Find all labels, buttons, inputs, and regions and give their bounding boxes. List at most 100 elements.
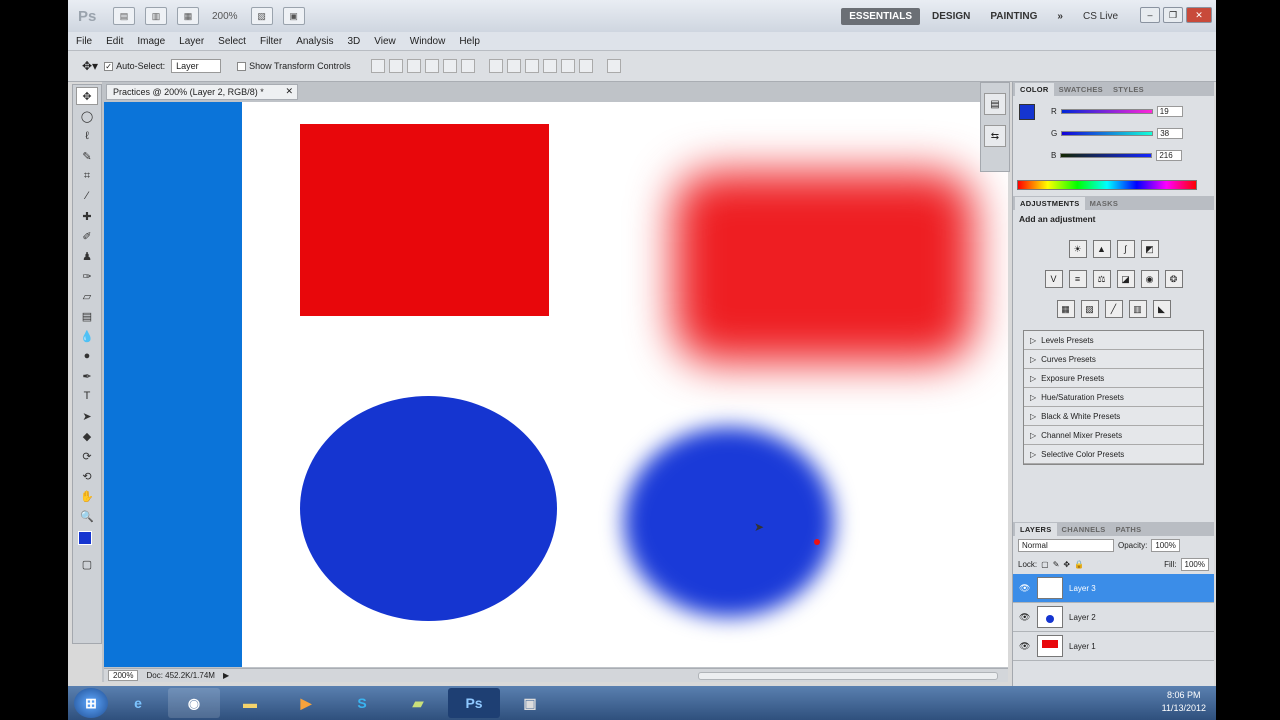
preset-item[interactable]: ▷ Black & White Presets — [1024, 407, 1203, 426]
pen-tool-icon[interactable]: ✒ — [76, 367, 98, 385]
history-panel-icon[interactable]: ▤ — [984, 93, 1006, 115]
menu-edit[interactable]: Edit — [106, 36, 123, 47]
levels-icon[interactable]: ▲ — [1092, 240, 1111, 258]
extras-icon[interactable]: ▦ — [177, 7, 199, 25]
invert-icon[interactable]: ▦ — [1056, 300, 1075, 318]
menu-file[interactable]: File — [76, 36, 92, 47]
menu-help[interactable]: Help — [459, 36, 480, 47]
type-tool-icon[interactable]: T — [76, 387, 98, 405]
workspace-design[interactable]: DESIGN — [924, 8, 978, 25]
channel-mixer-icon[interactable]: ❂ — [1164, 270, 1183, 288]
menu-view[interactable]: View — [374, 36, 396, 47]
menu-select[interactable]: Select — [218, 36, 246, 47]
gradient-map-icon[interactable]: ▥ — [1128, 300, 1147, 318]
curves-icon[interactable]: ∫ — [1116, 240, 1135, 258]
layer-row[interactable]: 👁 Layer 3 — [1013, 574, 1214, 603]
menu-filter[interactable]: Filter — [260, 36, 282, 47]
layer-row[interactable]: 👁 Layer 1 — [1013, 632, 1214, 661]
r-value-input[interactable]: 19 — [1156, 105, 1183, 117]
more-workspaces-icon[interactable]: » — [1049, 8, 1071, 25]
screen-mode-icon[interactable]: ▣ — [282, 7, 305, 25]
foreground-color-swatch[interactable] — [1019, 104, 1035, 120]
checkbox-box[interactable] — [237, 61, 247, 71]
workspace-essentials[interactable]: ESSENTIALS — [841, 7, 921, 25]
distribute-hcenter-icon[interactable] — [560, 59, 575, 73]
zoom-level[interactable]: 200% — [212, 11, 238, 22]
tab-color[interactable]: COLOR — [1015, 83, 1054, 96]
preset-item[interactable]: ▷ Exposure Presets — [1024, 369, 1203, 388]
layer-row[interactable]: 👁 Layer 2 — [1013, 603, 1214, 632]
hand-tool-icon[interactable]: ✋ — [76, 487, 98, 505]
close-document-icon[interactable]: ✕ — [285, 86, 293, 97]
align-hcenter-icon[interactable] — [442, 59, 457, 73]
brightness-contrast-icon[interactable]: ☀ — [1068, 240, 1087, 258]
fill-input[interactable]: 100% — [1180, 558, 1209, 571]
crop-tool-icon[interactable]: ⌗ — [76, 167, 98, 185]
exposure-icon[interactable]: ◩ — [1140, 240, 1159, 258]
lasso-tool-icon[interactable]: ℓ — [76, 127, 98, 145]
preset-item[interactable]: ▷ Selective Color Presets — [1024, 445, 1203, 464]
preset-item[interactable]: ▷ Channel Mixer Presets — [1024, 426, 1203, 445]
skype-icon[interactable]: S — [336, 688, 388, 718]
black-white-icon[interactable]: ◪ — [1116, 270, 1135, 288]
3d-rotate-tool-icon[interactable]: ⟳ — [76, 447, 98, 465]
preset-item[interactable]: ▷ Hue/Saturation Presets — [1024, 388, 1203, 407]
quick-select-tool-icon[interactable]: ✎ — [76, 147, 98, 165]
tab-swatches[interactable]: SWATCHES — [1054, 83, 1108, 96]
hue-saturation-icon[interactable]: ≡ — [1068, 270, 1087, 288]
align-right-icon[interactable] — [460, 59, 475, 73]
menu-window[interactable]: Window — [410, 36, 446, 47]
lock-transparency-icon[interactable]: ▢ — [1041, 560, 1049, 569]
shape-tool-icon[interactable]: ◆ — [76, 427, 98, 445]
g-value-input[interactable]: 38 — [1157, 127, 1184, 139]
healing-tool-icon[interactable]: ✚ — [76, 207, 98, 225]
media-player-icon[interactable]: ▶ — [280, 688, 332, 718]
file-explorer-icon[interactable]: ▬ — [224, 688, 276, 718]
start-button-icon[interactable]: ⊞ — [74, 688, 108, 718]
b-value-input[interactable]: 216 — [1156, 149, 1183, 161]
internet-explorer-icon[interactable]: e — [112, 688, 164, 718]
menu-image[interactable]: Image — [137, 36, 165, 47]
tab-channels[interactable]: CHANNELS — [1057, 523, 1111, 536]
actions-panel-icon[interactable]: ⇆ — [984, 125, 1006, 147]
canvas[interactable]: ➤ — [104, 102, 1008, 667]
color-balance-icon[interactable]: ⚖ — [1092, 270, 1111, 288]
lock-position-icon[interactable]: ✥ — [1063, 560, 1070, 569]
horizontal-scrollbar[interactable] — [698, 671, 998, 680]
color-spectrum-bar[interactable] — [1017, 180, 1197, 190]
blue-slider[interactable] — [1060, 152, 1153, 158]
camera-app-icon[interactable]: ▣ — [504, 688, 556, 718]
menu-3d[interactable]: 3D — [347, 36, 360, 47]
checkbox-box[interactable]: ✓ — [104, 61, 114, 71]
quick-mask-icon[interactable]: ▢ — [76, 555, 98, 573]
bridge-icon[interactable]: ▤ — [113, 7, 135, 25]
tab-adjustments[interactable]: ADJUSTMENTS — [1015, 197, 1085, 210]
zoom-tool-icon[interactable]: 🔍 — [76, 507, 98, 525]
stamp-tool-icon[interactable]: ♟ — [76, 247, 98, 265]
foreground-color-swatch[interactable] — [78, 531, 92, 545]
notes-icon[interactable]: ▰ — [392, 688, 444, 718]
3d-orbit-tool-icon[interactable]: ⟲ — [76, 467, 98, 485]
move-tool-icon[interactable]: ✥ — [76, 87, 98, 105]
eye-icon[interactable]: 👁 — [1019, 641, 1031, 652]
photo-filter-icon[interactable]: ◉ — [1140, 270, 1159, 288]
tab-paths[interactable]: PATHS — [1111, 523, 1147, 536]
blend-mode-dropdown[interactable]: Normal — [1018, 539, 1114, 552]
marquee-tool-icon[interactable]: ◯ — [76, 107, 98, 125]
tab-layers[interactable]: LAYERS — [1015, 523, 1057, 536]
gradient-tool-icon[interactable]: ▤ — [76, 307, 98, 325]
posterize-icon[interactable]: ▨ — [1080, 300, 1099, 318]
distribute-right-icon[interactable] — [578, 59, 593, 73]
distribute-top-icon[interactable] — [488, 59, 503, 73]
threshold-icon[interactable]: ╱ — [1104, 300, 1123, 318]
path-select-tool-icon[interactable]: ➤ — [76, 407, 98, 425]
dodge-tool-icon[interactable]: ● — [76, 347, 98, 365]
status-zoom[interactable]: 200% — [108, 670, 139, 681]
workspace-painting[interactable]: PAINTING — [982, 8, 1045, 25]
auto-align-icon[interactable] — [606, 59, 621, 73]
auto-select-dropdown[interactable]: Layer — [171, 59, 222, 73]
minimize-icon[interactable]: – — [1140, 7, 1160, 23]
selective-color-icon[interactable]: ◣ — [1152, 300, 1171, 318]
preset-item[interactable]: ▷ Curves Presets — [1024, 350, 1203, 369]
maximize-icon[interactable]: ❐ — [1163, 7, 1183, 23]
